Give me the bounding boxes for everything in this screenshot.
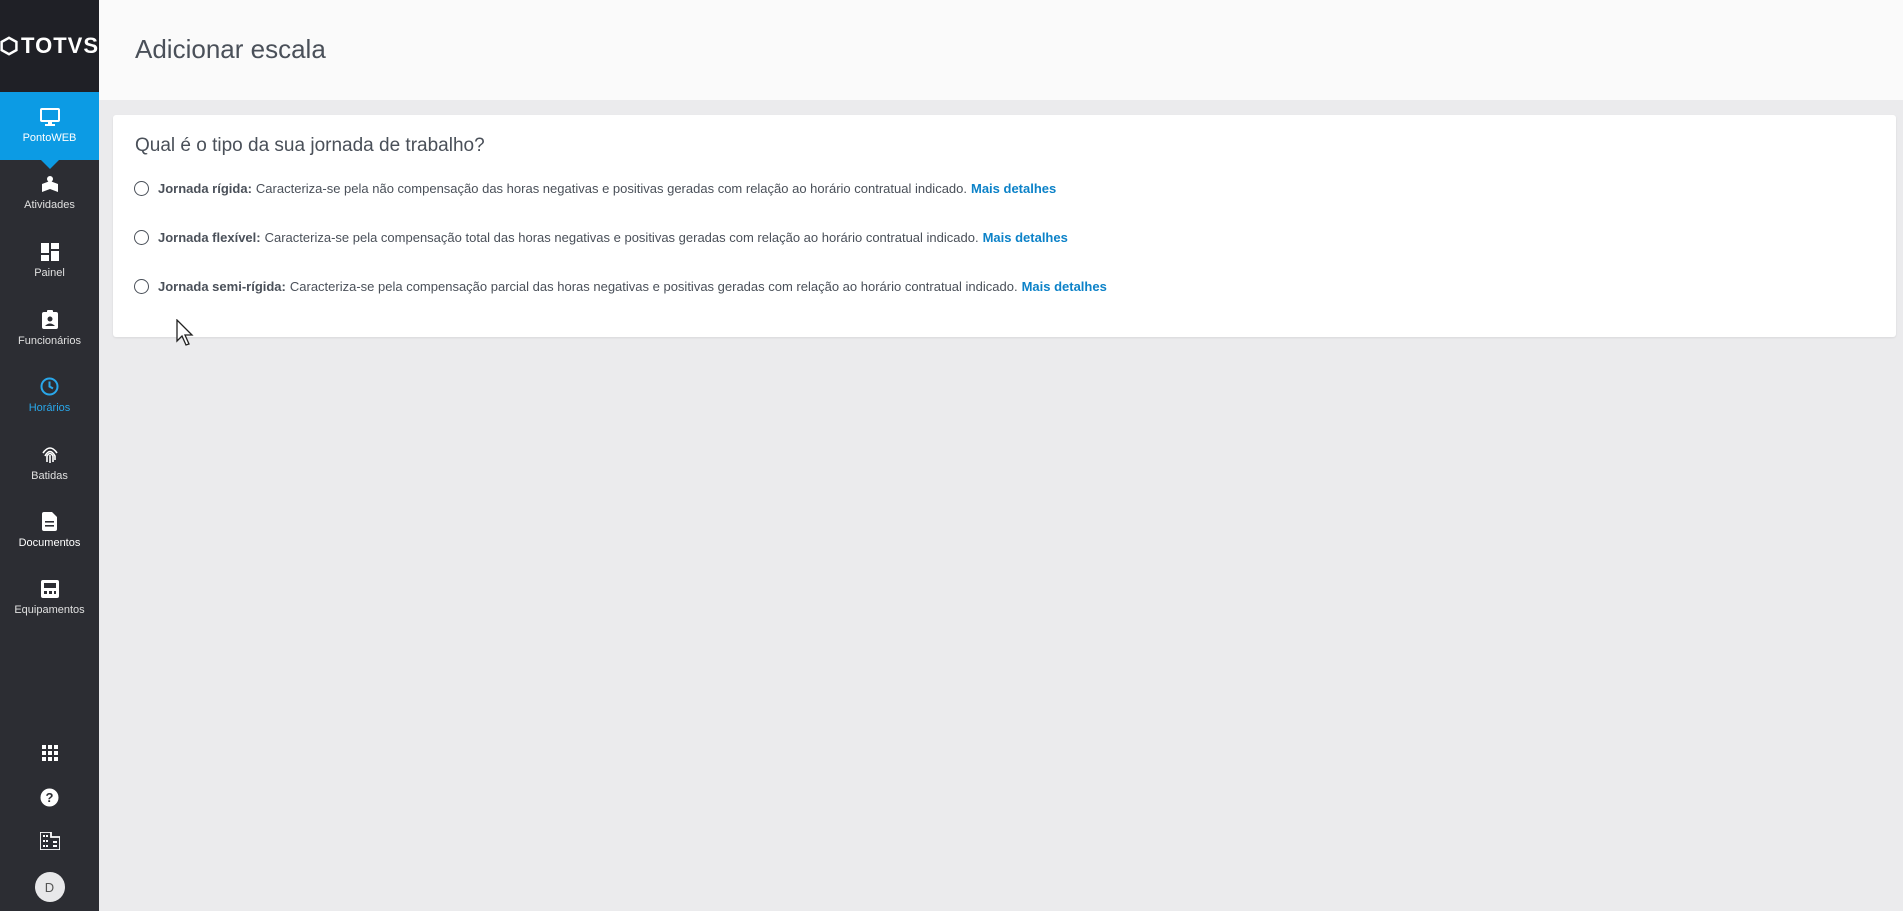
activities-icon — [41, 176, 58, 193]
radio-button[interactable] — [134, 230, 149, 245]
more-details-link[interactable]: Mais detalhes — [971, 181, 1056, 196]
apps-grid-icon — [41, 745, 58, 761]
option-title: Jornada semi-rígida: — [158, 279, 286, 294]
clock-icon — [40, 377, 59, 396]
option-description: Caracteriza-se pela compensação parcial … — [289, 279, 1018, 294]
fingerprint-icon — [41, 446, 58, 463]
building-button[interactable] — [0, 819, 99, 863]
sidebar-item-label: PontoWEB — [22, 131, 77, 144]
radio-button[interactable] — [134, 181, 149, 196]
sidebar-item-label: Documentos — [18, 537, 81, 550]
building-icon — [39, 832, 60, 850]
option-jornada-flexivel[interactable]: Jornada flexível: Caracteriza-se pela co… — [134, 230, 1068, 245]
radio-button[interactable] — [134, 279, 149, 294]
document-icon — [42, 512, 57, 532]
device-icon — [40, 580, 59, 599]
help-button[interactable]: ? — [0, 775, 99, 819]
sidebar-bottom: ? D — [0, 731, 99, 911]
mouse-cursor-icon — [176, 319, 194, 346]
sidebar-item-label: Atividades — [24, 199, 75, 212]
totvs-logo-icon — [0, 36, 18, 56]
sidebar-item-label: Painel — [34, 266, 65, 279]
apps-grid-button[interactable] — [0, 731, 99, 775]
dashboard-icon — [40, 242, 59, 261]
sidebar-item-label: Batidas — [31, 469, 68, 482]
badge-icon — [41, 309, 58, 329]
monitor-icon — [39, 107, 60, 126]
option-jornada-rigida[interactable]: Jornada rígida: Caracteriza-se pela não … — [134, 181, 1056, 196]
avatar: D — [34, 872, 65, 902]
sidebar-item-funcionarios[interactable]: Funcionários — [0, 295, 99, 363]
user-avatar-button[interactable]: D — [0, 863, 99, 911]
sidebar-item-label: Horários — [28, 402, 71, 415]
more-details-link[interactable]: Mais detalhes — [983, 230, 1068, 245]
help-icon: ? — [40, 788, 59, 806]
sidebar-item-batidas[interactable]: Batidas — [0, 430, 99, 498]
logo-text: TOTVS — [21, 33, 99, 58]
page-title: Adicionar escala — [135, 34, 326, 64]
sidebar-item-label: Equipamentos — [14, 604, 85, 617]
question-title: Qual é o tipo da sua jornada de trabalho… — [135, 135, 485, 156]
sidebar-item-documentos[interactable]: Documentos — [0, 497, 99, 565]
option-description: Caracteriza-se pela não compensação das … — [255, 181, 967, 196]
sidebar: TOTVS PontoWEB Atividades Painel Funcion… — [0, 0, 99, 911]
journey-type-card: Qual é o tipo da sua jornada de trabalho… — [113, 115, 1896, 337]
sidebar-item-equipamentos[interactable]: Equipamentos — [0, 565, 99, 633]
sidebar-item-horarios[interactable]: Horários — [0, 362, 99, 430]
sidebar-item-pontoweb[interactable]: PontoWEB — [0, 92, 99, 168]
option-jornada-semi-rigida[interactable]: Jornada semi-rígida: Caracteriza-se pela… — [134, 279, 1107, 294]
sidebar-item-label: Funcionários — [18, 334, 81, 347]
sidebar-item-atividades[interactable]: Atividades — [0, 160, 99, 228]
option-description: Caracteriza-se pela compensação total da… — [264, 230, 979, 245]
option-title: Jornada flexível: — [158, 230, 261, 245]
totvs-logo[interactable]: TOTVS — [0, 0, 99, 92]
page-header: Adicionar escala — [99, 0, 1903, 100]
option-title: Jornada rígida: — [158, 181, 252, 196]
more-details-link[interactable]: Mais detalhes — [1022, 279, 1107, 294]
sidebar-item-painel[interactable]: Painel — [0, 227, 99, 295]
svg-text:?: ? — [46, 790, 54, 805]
